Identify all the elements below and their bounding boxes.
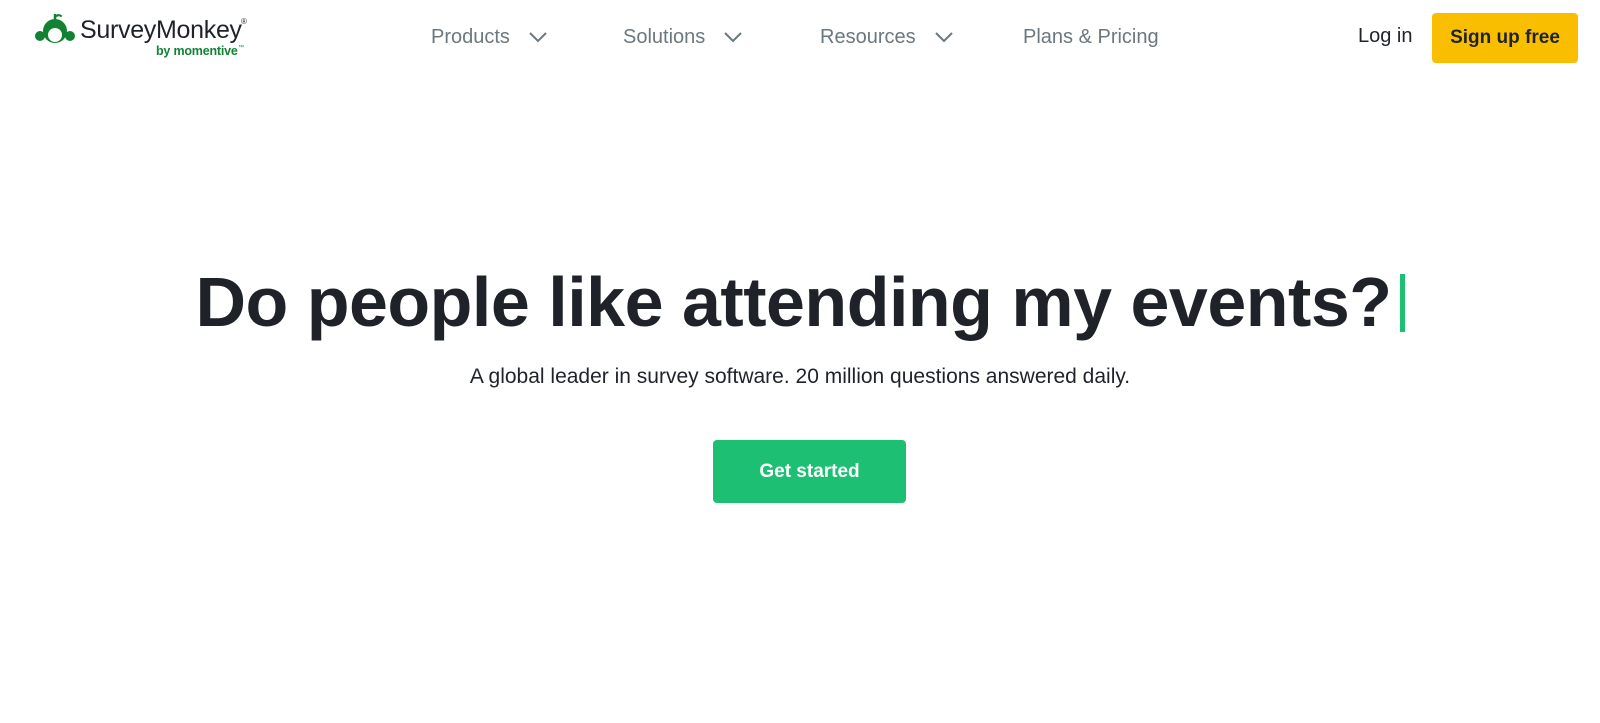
registered-mark: ® — [241, 17, 247, 26]
brand-name: SurveyMonkey — [80, 16, 242, 44]
chevron-down-icon — [724, 32, 742, 43]
nav-item-plans-pricing[interactable]: Plans & Pricing — [1023, 24, 1159, 50]
signup-button[interactable]: Sign up free — [1432, 13, 1578, 63]
site-header: SurveyMonkey ® by momentive ™ Products S… — [0, 0, 1600, 74]
chevron-down-icon — [934, 32, 953, 43]
brand-tagline: by momentive — [156, 44, 238, 58]
chevron-down-icon — [529, 32, 547, 43]
hero-title-text: Do people like attending my events? — [195, 263, 1392, 341]
nav-item-products[interactable]: Products — [431, 24, 548, 50]
nav-item-solutions[interactable]: Solutions — [623, 24, 743, 50]
nav-item-label: Solutions — [623, 25, 706, 48]
hero-subtitle: A global leader in survey software. 20 m… — [469, 365, 1131, 388]
monkey-logo-icon — [35, 14, 75, 43]
hero-title: Do people like attending my events? — [0, 262, 1600, 342]
nav-item-label: Plans & Pricing — [1023, 25, 1159, 48]
surveymonkey-logo[interactable]: SurveyMonkey ® by momentive ™ — [33, 12, 248, 62]
login-link[interactable]: Log in — [1358, 25, 1413, 48]
typing-cursor — [1399, 274, 1405, 332]
nav-item-resources[interactable]: Resources — [820, 24, 954, 50]
nav-item-label: Products — [431, 25, 510, 48]
nav-item-label: Resources — [820, 25, 916, 48]
get-started-button[interactable]: Get started — [713, 440, 906, 503]
tagline-trademark: ™ — [238, 45, 244, 51]
